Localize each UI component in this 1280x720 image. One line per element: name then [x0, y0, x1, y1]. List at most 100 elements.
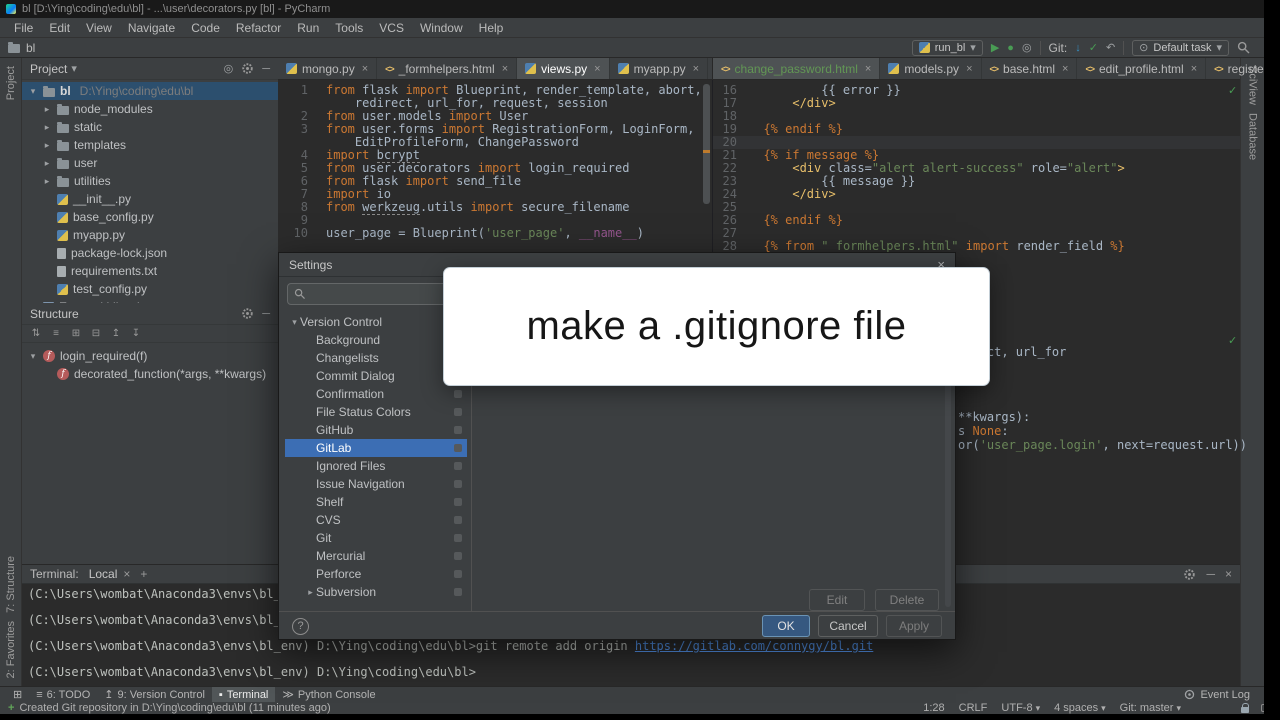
- tree-toggle-icon[interactable]: ▾: [28, 351, 38, 362]
- close-icon[interactable]: ×: [123, 567, 130, 581]
- close-icon[interactable]: ×: [865, 63, 871, 75]
- locate-file-icon[interactable]: ◎: [224, 62, 234, 76]
- search-icon[interactable]: [1237, 41, 1250, 54]
- tree-item-user[interactable]: ▸ user: [22, 154, 278, 172]
- tree-item-init-py[interactable]: __init__.py: [22, 190, 278, 208]
- edit-button[interactable]: Edit: [809, 589, 865, 611]
- collapse-all-icon[interactable]: ⊟: [88, 327, 104, 341]
- settings-item-confirmation[interactable]: Confirmation: [285, 385, 467, 403]
- hide-panel-icon[interactable]: ─: [262, 62, 270, 76]
- stripe-tab-database[interactable]: Database: [1247, 113, 1259, 160]
- tree-item-package-lock-json[interactable]: package-lock.json: [22, 244, 278, 262]
- close-icon[interactable]: ×: [1062, 63, 1068, 75]
- gear-icon[interactable]: [241, 307, 254, 320]
- run-button[interactable]: ▶: [991, 41, 999, 55]
- settings-item-ignored-files[interactable]: Ignored Files: [285, 457, 467, 475]
- tab-change-password-html[interactable]: <> change_password.html ×: [713, 58, 881, 79]
- settings-item-file-status-colors[interactable]: File Status Colors: [285, 403, 467, 421]
- menu-help[interactable]: Help: [471, 18, 512, 38]
- settings-item-version-control[interactable]: ▾ Version Control: [285, 313, 467, 331]
- settings-item-git[interactable]: Git: [285, 529, 467, 547]
- coverage-button[interactable]: ◎: [1022, 41, 1032, 55]
- tab-mongo-py[interactable]: mongo.py ×: [278, 58, 378, 79]
- tree-toggle-icon[interactable]: ▸: [42, 158, 52, 169]
- settings-item-github[interactable]: GitHub: [285, 421, 467, 439]
- close-icon[interactable]: ×: [362, 63, 368, 75]
- menu-edit[interactable]: Edit: [41, 18, 78, 38]
- settings-item-cvs[interactable]: CVS: [285, 511, 467, 529]
- tree-toggle-icon[interactable]: ▸: [42, 122, 52, 133]
- tree-toggle-icon[interactable]: ▾: [289, 317, 300, 328]
- tree-item-requirements-txt[interactable]: requirements.txt: [22, 262, 278, 280]
- settings-item-mercurial[interactable]: Mercurial: [285, 547, 467, 565]
- tree-item-myapp-py[interactable]: myapp.py: [22, 226, 278, 244]
- tree-item-decorated-function-args-kwargs[interactable]: f decorated_function(*args, **kwargs): [22, 365, 278, 383]
- settings-item-subversion[interactable]: ▸ Subversion: [285, 583, 467, 601]
- tool-window-switcher-icon[interactable]: ⊞: [6, 687, 29, 703]
- menu-view[interactable]: View: [78, 18, 120, 38]
- terminal-link[interactable]: https://gitlab.com/connygy/bl.git: [635, 639, 873, 653]
- scroll-to-source-icon[interactable]: ↥: [108, 327, 124, 341]
- task-combo[interactable]: ⊙ Default task ▾: [1132, 39, 1229, 56]
- tab-base-html[interactable]: <> base.html ×: [982, 58, 1078, 79]
- toolwindow-6-todo[interactable]: ≡ 6: TODO: [29, 687, 97, 703]
- stripe-tab-project[interactable]: Project: [5, 66, 17, 100]
- ok-button[interactable]: OK: [762, 615, 810, 637]
- help-button[interactable]: ?: [292, 617, 309, 635]
- toolwindow-terminal[interactable]: ▪ Terminal: [211, 686, 276, 703]
- breadcrumb[interactable]: bl: [26, 41, 35, 55]
- close-icon[interactable]: ×: [594, 63, 600, 75]
- tree-item-static[interactable]: ▸ static: [22, 118, 278, 136]
- tab-models-py[interactable]: models.py ×: [880, 58, 982, 79]
- menu-file[interactable]: File: [6, 18, 41, 38]
- tree-item-templates[interactable]: ▸ templates: [22, 136, 278, 154]
- tree-toggle-icon[interactable]: ▾: [28, 86, 38, 97]
- menu-code[interactable]: Code: [183, 18, 228, 38]
- delete-button[interactable]: Delete: [875, 589, 939, 611]
- close-icon[interactable]: ×: [1191, 63, 1197, 75]
- chevron-down-icon[interactable]: ▾: [71, 62, 77, 76]
- revert-button[interactable]: ↶: [1106, 41, 1115, 55]
- tree-item-login-required-f[interactable]: ▾ f login_required(f): [22, 347, 278, 365]
- menu-run[interactable]: Run: [289, 18, 327, 38]
- menu-vcs[interactable]: VCS: [371, 18, 412, 38]
- stripe-tab-2-favorites[interactable]: 2: Favorites: [5, 621, 17, 678]
- tree-toggle-icon[interactable]: ▸: [42, 104, 52, 115]
- debug-button[interactable]: ●: [1007, 41, 1014, 55]
- scroll-from-source-icon[interactable]: ↧: [128, 327, 144, 341]
- tree-toggle-icon[interactable]: ▸: [42, 140, 52, 151]
- commit-button[interactable]: ✓: [1089, 41, 1098, 55]
- settings-item-background[interactable]: Background: [285, 331, 467, 349]
- new-session-button[interactable]: +: [140, 567, 147, 581]
- tab-formhelpers-html[interactable]: <> _formhelpers.html ×: [377, 58, 518, 79]
- settings-item-perforce[interactable]: Perforce: [285, 565, 467, 583]
- tab-myapp-py[interactable]: myapp.py ×: [610, 58, 709, 79]
- tree-item-base-config-py[interactable]: base_config.py: [22, 208, 278, 226]
- tree-item-utilities[interactable]: ▸ utilities: [22, 172, 278, 190]
- gear-icon[interactable]: [241, 62, 254, 75]
- project-panel-title[interactable]: Project: [30, 62, 67, 76]
- close-icon[interactable]: ×: [966, 63, 972, 75]
- menu-window[interactable]: Window: [412, 18, 471, 38]
- tree-item-bl[interactable]: ▾ bl D:\Ying\coding\edu\bl: [22, 82, 278, 100]
- settings-item-issue-navigation[interactable]: Issue Navigation: [285, 475, 467, 493]
- tab-views-py[interactable]: views.py ×: [517, 58, 610, 79]
- tab-edit-profile-html[interactable]: <> edit_profile.html ×: [1077, 58, 1207, 79]
- tree-toggle-icon[interactable]: ▸: [42, 176, 52, 187]
- lock-icon[interactable]: [1241, 702, 1249, 713]
- settings-item-shelf[interactable]: Shelf: [285, 493, 467, 511]
- structure-panel-title[interactable]: Structure: [30, 307, 79, 321]
- sort-alpha-icon[interactable]: ⇅: [28, 327, 44, 341]
- settings-search-input[interactable]: [287, 283, 457, 305]
- terminal-tab-local[interactable]: Local ×: [89, 567, 131, 581]
- hide-panel-icon[interactable]: ─: [262, 307, 270, 321]
- run-configuration-combo[interactable]: run_bl ▾: [911, 39, 983, 56]
- menu-tools[interactable]: Tools: [327, 18, 371, 38]
- menu-refactor[interactable]: Refactor: [228, 18, 289, 38]
- close-icon[interactable]: ×: [1225, 567, 1232, 581]
- status-4-spaces[interactable]: 4 spaces ▾: [1054, 702, 1106, 714]
- minimize-icon[interactable]: ─: [1206, 567, 1215, 581]
- menu-navigate[interactable]: Navigate: [120, 18, 183, 38]
- apply-button[interactable]: Apply: [886, 615, 942, 637]
- gear-icon[interactable]: [1183, 568, 1196, 581]
